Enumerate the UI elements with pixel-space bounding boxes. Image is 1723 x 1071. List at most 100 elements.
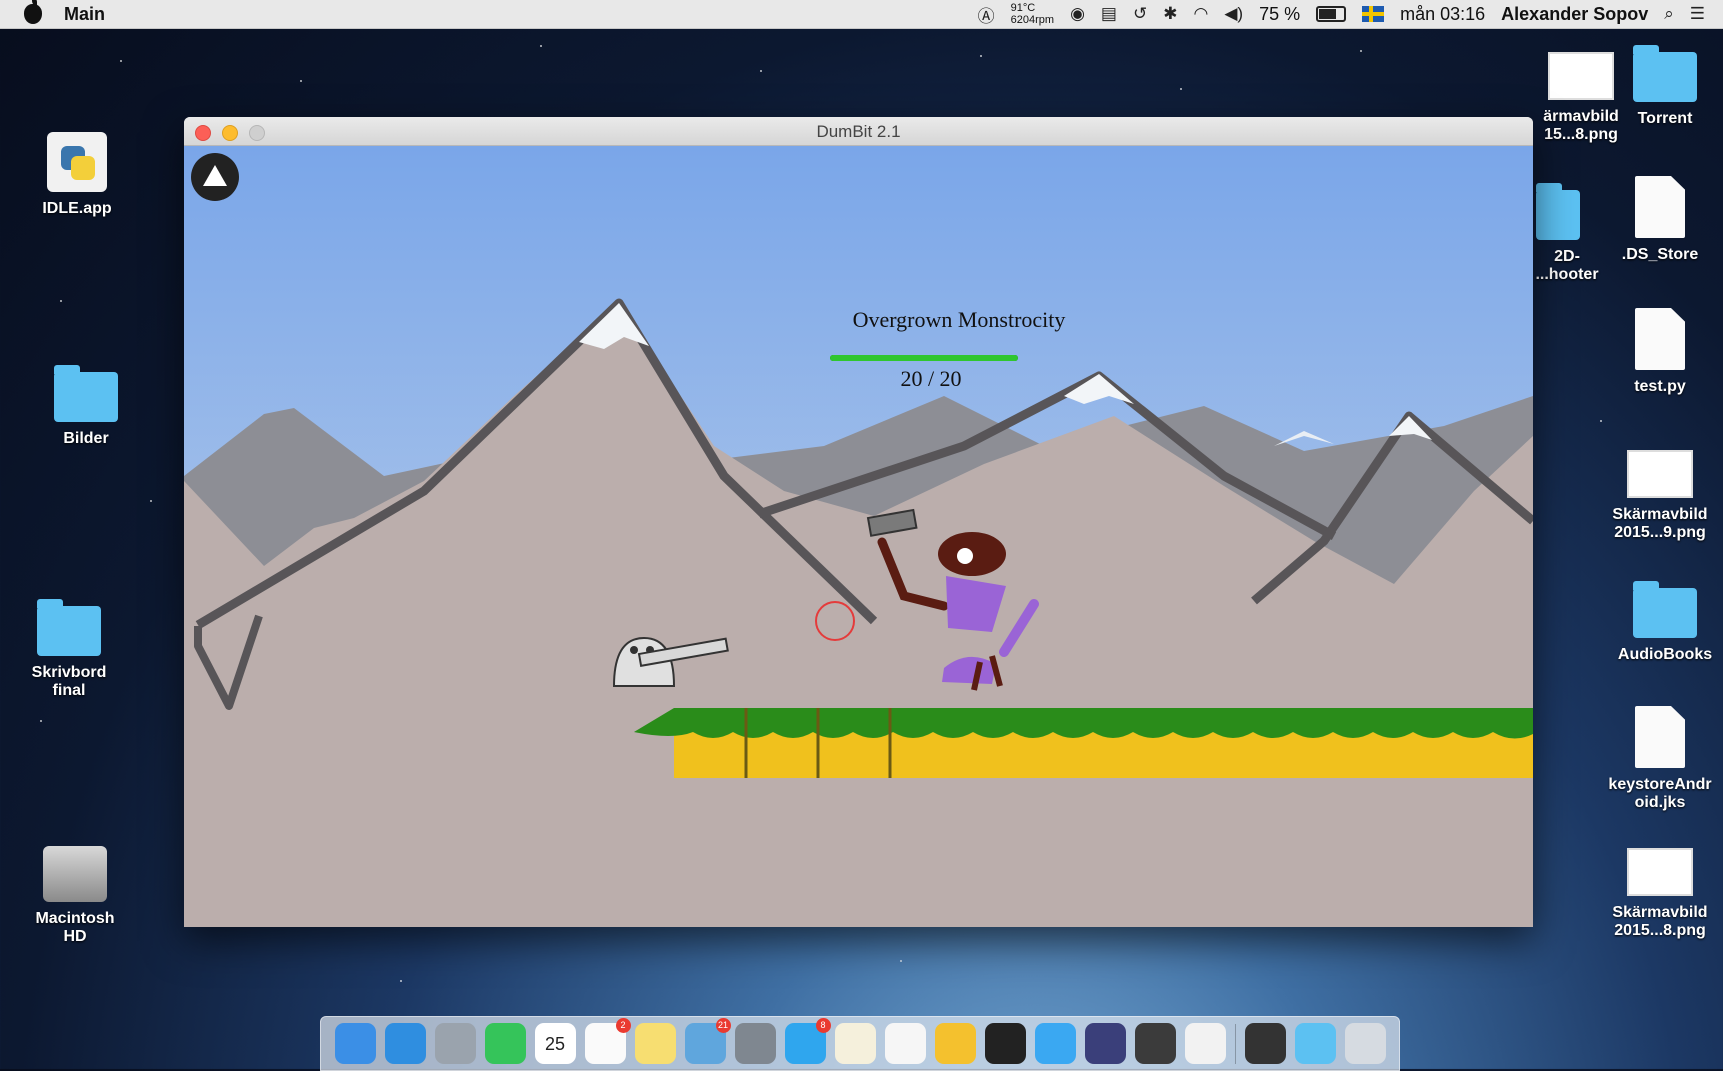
star [1180, 88, 1182, 90]
desktop-item-label: Skrivbord final [31, 664, 107, 699]
desktop-item-label: keystoreAndroid.jks [1608, 776, 1712, 811]
screenshot-thumbnail-icon [1627, 450, 1693, 498]
desktop-item[interactable]: test.py [1605, 308, 1715, 396]
folder-icon [1633, 45, 1697, 102]
star [980, 55, 982, 57]
window-title: DumBit 2.1 [816, 122, 901, 141]
boss-hp-text: 20 / 20 [900, 366, 961, 391]
star [120, 60, 122, 62]
adobe-icon[interactable]: Ⓐ [978, 2, 995, 27]
java-icon[interactable] [1184, 1023, 1226, 1064]
desktop-item[interactable]: AudioBooks [1610, 581, 1720, 664]
flag-icon[interactable] [1362, 6, 1385, 22]
desktop-item[interactable]: Skärmavbild 2015...8.png [1605, 848, 1715, 940]
folder-icon [1536, 183, 1580, 240]
star [400, 980, 402, 982]
launchpad-icon[interactable] [434, 1023, 476, 1064]
status-area: Ⓐ 91°C 6204rpm ◉ ▤ ↺ ✱ ◠ ◀) 75 % mån 03:… [978, 0, 1723, 28]
game-window: DumBit 2.1 Overgrown Monstrocity 20 / 20 [184, 117, 1533, 927]
desktop-item-label: Skärmavbild 2015...9.png [1612, 506, 1708, 541]
desktop-item-label: Torrent [1637, 110, 1693, 127]
screenshot-thumbnail-icon [1627, 848, 1693, 896]
window-titlebar[interactable]: DumBit 2.1 [184, 117, 1533, 146]
app-menu[interactable]: Main [64, 4, 105, 25]
desktop-item[interactable]: Bilder [31, 365, 141, 448]
system-preferences-icon[interactable] [734, 1023, 776, 1064]
user-name[interactable]: Alexander Sopov [1501, 4, 1648, 25]
winter-app-icon[interactable] [934, 1023, 976, 1064]
finder-icon[interactable] [334, 1023, 376, 1064]
game-scene[interactable]: Overgrown Monstrocity 20 / 20 [184, 146, 1533, 927]
python-file-icon [1635, 308, 1685, 370]
terminal-icon[interactable] [984, 1023, 1026, 1064]
desktop-item[interactable]: Torrent [1610, 45, 1720, 128]
apple-menu-icon[interactable] [24, 0, 42, 24]
app-store-icon[interactable]: 8 [784, 1018, 831, 1064]
quicktime-icon[interactable] [1134, 1023, 1176, 1064]
star [1360, 50, 1362, 52]
game-canvas[interactable]: Overgrown Monstrocity 20 / 20 [184, 146, 1533, 927]
star [760, 70, 762, 72]
desktop-item-label: Skärmavbild 2015...8.png [1612, 904, 1708, 939]
trash-icon[interactable] [1344, 1023, 1386, 1064]
dock: 25 2 21 8 [320, 1016, 1400, 1071]
desktop-item-label: .DS_Store [1621, 246, 1699, 263]
document-icon [1635, 176, 1685, 238]
folder-icon [54, 365, 118, 422]
python-idle-icon [47, 132, 107, 192]
notification-center-icon[interactable]: ☰ [1690, 4, 1705, 24]
temperature-readout: 91°C [1010, 2, 1036, 14]
notes-icon[interactable] [634, 1023, 676, 1064]
datetime[interactable]: mån 03:16 [1400, 4, 1485, 25]
star [1600, 420, 1602, 422]
record-icon[interactable]: ◉ [1070, 4, 1085, 24]
wifi-icon[interactable]: ◠ [1193, 4, 1208, 24]
memory-icon[interactable]: ▤ [1101, 4, 1117, 24]
desktop-item-label: IDLE.app [42, 200, 112, 217]
desktop-item-label: Bilder [63, 430, 109, 447]
grass-top [634, 708, 1533, 739]
reminders-icon[interactable]: 2 [584, 1018, 631, 1064]
boss-name: Overgrown Monstrocity [853, 307, 1066, 332]
mail-icon[interactable]: 21 [684, 1018, 731, 1064]
desktop-item[interactable]: keystoreAndroid.jks [1605, 706, 1715, 812]
safari-icon[interactable] [384, 1023, 426, 1064]
star [150, 500, 152, 502]
desktop-item[interactable]: IDLE.app [22, 132, 132, 218]
desktop-item-label: AudioBooks [1617, 646, 1713, 663]
folder-icon [37, 599, 101, 656]
star [540, 45, 542, 47]
notification-badge: 2 [615, 1018, 631, 1033]
downloads-folder-icon[interactable] [1294, 1023, 1336, 1064]
star [900, 960, 902, 962]
spotlight-icon[interactable]: ⌕ [1664, 4, 1674, 24]
textedit-icon[interactable] [834, 1023, 876, 1064]
eclipse-icon[interactable] [1084, 1023, 1126, 1064]
star [40, 720, 42, 722]
calendar-icon[interactable]: 25 [534, 1023, 576, 1064]
boss-health-bar [830, 355, 1018, 361]
screen-capture-icon[interactable] [1244, 1023, 1286, 1064]
messages-icon[interactable] [1034, 1023, 1076, 1064]
desktop-item[interactable]: Skärmavbild 2015...9.png [1605, 450, 1715, 542]
volume-icon[interactable]: ◀) [1224, 4, 1243, 24]
desktop-item[interactable]: Skrivbord final [14, 599, 124, 700]
hard-disk-icon [43, 846, 107, 902]
folder-icon [1633, 581, 1697, 638]
dock-separator [1234, 1023, 1236, 1064]
desktop-item[interactable]: Macintosh HD [20, 846, 130, 946]
time-machine-icon[interactable]: ↺ [1133, 4, 1147, 24]
cpu-stats[interactable]: 91°C 6204rpm [1011, 2, 1054, 26]
desktop-item[interactable]: .DS_Store [1605, 176, 1715, 264]
battery-percent[interactable]: 75 % [1259, 4, 1300, 25]
bluetooth-icon[interactable]: ✱ [1163, 4, 1177, 24]
jump-button[interactable] [191, 153, 239, 201]
fan-speed-readout: 6204rpm [1010, 14, 1055, 26]
photos-icon[interactable] [884, 1023, 926, 1064]
desktop-item-label: Macintosh HD [35, 910, 115, 945]
star [60, 300, 62, 302]
desktop-item-label: 2D- ...hooter [1535, 248, 1599, 283]
desktop-item-label: test.py [1634, 378, 1686, 395]
battery-icon[interactable] [1316, 6, 1347, 22]
facetime-icon[interactable] [484, 1023, 526, 1064]
